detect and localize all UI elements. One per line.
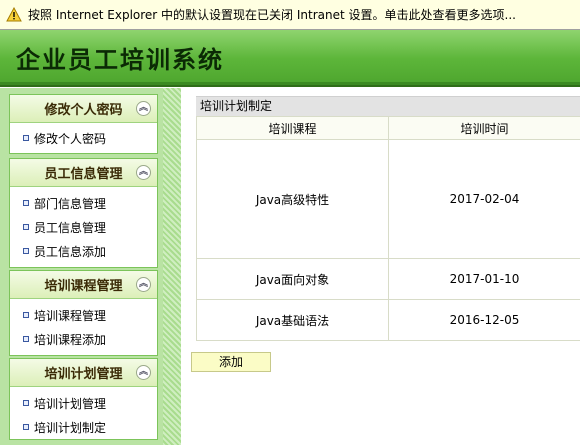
- sidebar-item-label: 培训计划管理: [34, 396, 107, 411]
- sidebar-item-course-manage[interactable]: 培训课程管理: [10, 303, 157, 327]
- column-header-time: 培训时间: [388, 116, 580, 140]
- menu-group-course: 培训课程管理 ︽ 培训课程管理 培训课程添加: [9, 270, 158, 356]
- bullet-icon: [23, 336, 29, 342]
- bullet-icon: [23, 400, 29, 406]
- column-header-course: 培训课程: [196, 116, 389, 140]
- menu-group-header[interactable]: 员工信息管理 ︽: [10, 159, 157, 187]
- bullet-icon: [23, 224, 29, 230]
- menu-group-title: 培训计划管理: [44, 367, 123, 382]
- panel-title: 培训计划制定: [196, 96, 580, 116]
- sidebar-splitter[interactable]: [163, 88, 181, 445]
- bullet-icon: [23, 312, 29, 318]
- sidebar-item-label: 培训课程添加: [34, 332, 107, 347]
- menu-group-title: 修改个人密码: [44, 103, 123, 118]
- menu-group-header[interactable]: 培训计划管理 ︽: [10, 359, 157, 387]
- sidebar-item-label: 修改个人密码: [34, 131, 107, 146]
- sidebar-item-plan-create[interactable]: 培训计划制定: [10, 415, 157, 439]
- collapse-icon[interactable]: ︽: [136, 101, 151, 116]
- menu-group-password: 修改个人密码 ︽ 修改个人密码: [9, 94, 158, 154]
- sidebar-item-department[interactable]: 部门信息管理: [10, 191, 157, 215]
- bullet-icon: [23, 248, 29, 254]
- table-row[interactable]: Java高级特性 2017-02-04: [196, 139, 580, 259]
- infobar-message: 按照 Internet Explorer 中的默认设置现在已关闭 Intrane…: [28, 8, 516, 22]
- sidebar-item-course-add[interactable]: 培训课程添加: [10, 327, 157, 351]
- app-header: 企业员工培训系统: [0, 30, 580, 85]
- sidebar-item-plan-manage[interactable]: 培训计划管理: [10, 391, 157, 415]
- sidebar-item-employee-add[interactable]: 员工信息添加: [10, 239, 157, 263]
- collapse-icon[interactable]: ︽: [136, 365, 151, 380]
- sidebar-item-label: 培训课程管理: [34, 308, 107, 323]
- date-cell: 2016-12-05: [388, 299, 580, 341]
- app-title: 企业员工培训系统: [16, 45, 224, 74]
- table-row[interactable]: Java面向对象 2017-01-10: [196, 258, 580, 300]
- sidebar-item-employee-manage[interactable]: 员工信息管理: [10, 215, 157, 239]
- warning-shield-icon: [6, 7, 22, 22]
- ie-information-bar[interactable]: 按照 Internet Explorer 中的默认设置现在已关闭 Intrane…: [0, 0, 580, 30]
- sidebar-item-change-password[interactable]: 修改个人密码: [10, 123, 157, 153]
- menu-group-title: 培训课程管理: [44, 279, 123, 294]
- bullet-icon: [23, 135, 29, 141]
- menu-group-employee: 员工信息管理 ︽ 部门信息管理 员工信息管理 员工信息添加: [9, 158, 158, 268]
- date-cell: 2017-01-10: [388, 258, 580, 300]
- header-divider: [0, 85, 580, 87]
- bullet-icon: [23, 200, 29, 206]
- date-cell: 2017-02-04: [388, 139, 580, 259]
- table-header-row: 培训课程 培训时间: [196, 116, 580, 140]
- table-row[interactable]: Java基础语法 2016-12-05: [196, 299, 580, 341]
- sidebar-item-label: 部门信息管理: [34, 196, 107, 211]
- collapse-icon[interactable]: ︽: [136, 277, 151, 292]
- training-plan-table: 培训课程 培训时间 Java高级特性 2017-02-04 Java面向对象 2…: [196, 116, 580, 341]
- menu-group-header[interactable]: 修改个人密码 ︽: [10, 95, 157, 123]
- menu-group-title: 员工信息管理: [44, 167, 123, 182]
- course-cell: Java面向对象: [196, 258, 389, 300]
- main-content: 培训计划制定 培训课程 培训时间 Java高级特性 2017-02-04 Jav…: [181, 88, 580, 445]
- menu-group-plan: 培训计划管理 ︽ 培训计划管理 培训计划制定: [9, 358, 158, 440]
- menu-group-header[interactable]: 培训课程管理 ︽: [10, 271, 157, 299]
- sidebar-item-label: 员工信息添加: [34, 244, 107, 259]
- collapse-icon[interactable]: ︽: [136, 165, 151, 180]
- add-button[interactable]: 添加: [191, 352, 271, 372]
- course-cell: Java高级特性: [196, 139, 389, 259]
- sidebar-item-label: 培训计划制定: [34, 420, 107, 435]
- course-cell: Java基础语法: [196, 299, 389, 341]
- sidebar-item-label: 员工信息管理: [34, 220, 107, 235]
- bullet-icon: [23, 424, 29, 430]
